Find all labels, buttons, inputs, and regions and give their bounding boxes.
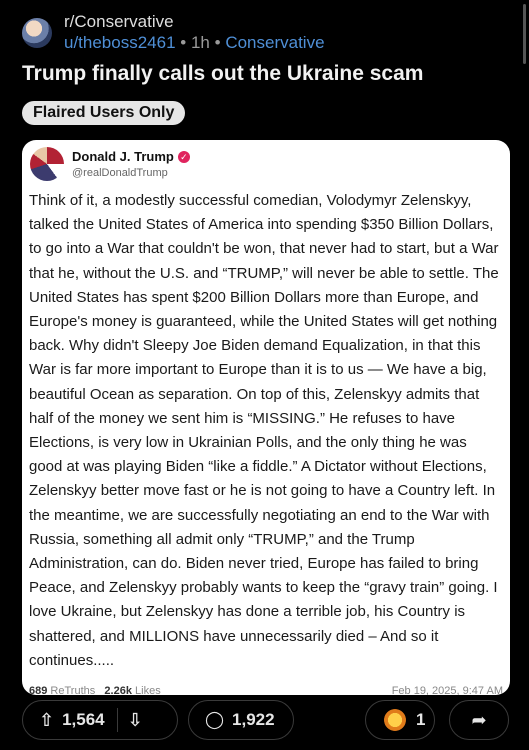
comments-button[interactable]: ◯ 1,922 (188, 700, 294, 740)
embed-author-name-text: Donald J. Trump (72, 149, 174, 164)
embed-post-text: Think of it, a modestly successful comed… (29, 192, 499, 669)
retruths-label: ReTruths (50, 685, 96, 695)
vote-divider (116, 708, 118, 732)
embedded-post-image[interactable]: Donald J. Trump ✓ @realDonaldTrump Think … (22, 140, 510, 695)
likes-label: Likes (135, 685, 161, 695)
award-button[interactable]: 1 (365, 700, 435, 740)
embed-author-name: Donald J. Trump ✓ (72, 149, 190, 164)
subreddit-name[interactable]: r/Conservative (64, 12, 325, 32)
embed-footer: 689 ReTruths 2.26k Likes Feb 19, 2025, 9… (29, 685, 503, 695)
post-header: r/Conservative u/theboss2461 • 1h • Cons… (22, 12, 325, 54)
comment-icon: ◯ (205, 710, 225, 729)
embed-avatar (30, 147, 64, 181)
post-age: 1h (190, 33, 210, 52)
separator-dot: • (214, 33, 221, 52)
award-count: 1 (416, 710, 426, 729)
flair-category-link[interactable]: Conservative (225, 33, 324, 52)
downvote-icon[interactable]: ⇩ (128, 710, 143, 731)
action-bar: ⇧ 1,564 ⇩ ◯ 1,922 1 ➦ (0, 700, 529, 740)
post-flair[interactable]: Flaired Users Only (22, 101, 186, 125)
post-meta: r/Conservative u/theboss2461 • 1h • Cons… (64, 12, 325, 54)
retruths-count: 689 (29, 685, 48, 695)
share-icon: ➦ (471, 709, 487, 730)
comments-count: 1,922 (232, 710, 275, 729)
likes-count: 2.26k (104, 685, 132, 695)
post-title: Trump finally calls out the Ukraine scam (22, 62, 424, 85)
upvote-count: 1,564 (62, 710, 105, 729)
author-link[interactable]: u/theboss2461 (64, 33, 176, 52)
upvote-icon[interactable]: ⇧ (39, 710, 54, 731)
award-icon (384, 709, 406, 731)
scrollbar[interactable] (523, 4, 526, 64)
embed-handle: @realDonaldTrump (72, 167, 168, 179)
subreddit-avatar[interactable] (22, 18, 52, 48)
post-meta-line: u/theboss2461 • 1h • Conservative (64, 32, 325, 54)
vote-control: ⇧ 1,564 ⇩ (22, 700, 178, 740)
embed-date: Feb 19, 2025, 9:47 AM (391, 685, 503, 695)
verified-badge-icon: ✓ (177, 151, 190, 163)
separator-dot: • (180, 33, 187, 52)
share-button[interactable]: ➦ (449, 700, 509, 740)
